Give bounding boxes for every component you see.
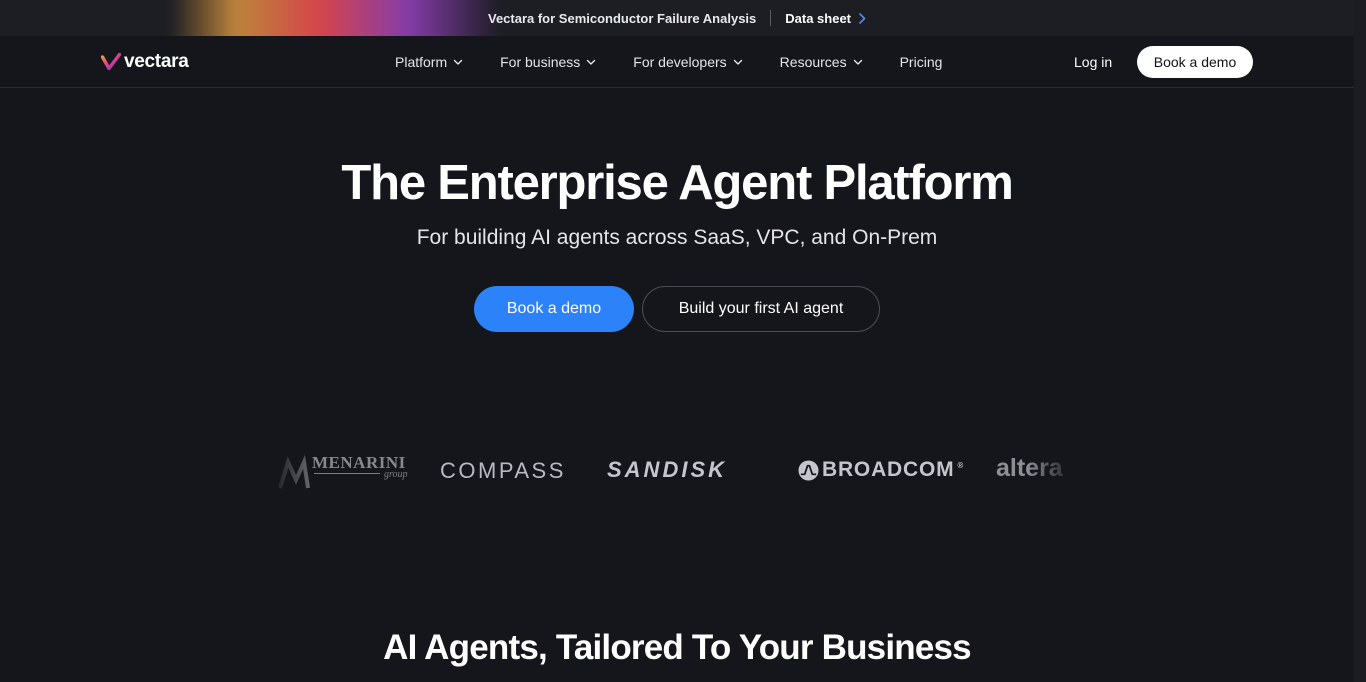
nav-links: Platform For business For developers Res… [395, 36, 979, 88]
nav-item-resources[interactable]: Resources [780, 54, 863, 70]
broadcom-mark-icon [798, 459, 819, 481]
nav-item-label: Pricing [899, 54, 943, 70]
nav-item-label: Resources [779, 54, 847, 70]
chevron-down-icon [853, 59, 862, 65]
main-nav: vectara Platform For business For develo… [0, 36, 1354, 88]
chevron-right-icon [859, 12, 866, 24]
chevron-down-icon [453, 59, 463, 65]
login-link[interactable]: Log in [1074, 36, 1112, 88]
broadcom-logo: BROADCOM ® [798, 458, 964, 482]
data-sheet-link[interactable]: Data sheet [785, 11, 866, 26]
nav-item-label: For business [500, 54, 581, 70]
nav-item-label: For developers [633, 54, 727, 70]
compass-logo: COMPASS [440, 458, 566, 483]
announcement-bar: Vectara for Semiconductor Failure Analys… [0, 0, 1354, 36]
vectara-logo[interactable]: vectara [101, 51, 189, 73]
nav-item-pricing[interactable]: Pricing [900, 54, 943, 70]
logos-fade-overlay [270, 440, 310, 500]
nav-item-for-business[interactable]: For business [500, 54, 596, 70]
build-first-agent-button[interactable]: Build your first AI agent [642, 286, 880, 332]
vectara-logo-icon [101, 53, 121, 71]
hero-subtitle: For building AI agents across SaaS, VPC,… [416, 226, 938, 249]
announcement-text[interactable]: Vectara for Semiconductor Failure Analys… [488, 11, 756, 26]
nav-item-label: Platform [395, 54, 448, 70]
hero-book-demo-button[interactable]: Book a demo [474, 286, 634, 332]
sandisk-logo: SANDISK [607, 457, 728, 482]
menarini-tagline: group [384, 469, 408, 480]
chevron-down-icon [733, 59, 742, 65]
broadcom-name: BROADCOM [822, 458, 955, 481]
scrollbar-track[interactable] [1354, 0, 1366, 682]
vectara-logo-text: vectara [124, 51, 189, 72]
hero-title: The Enterprise Agent Platform [341, 156, 1013, 210]
nav-book-demo-button[interactable]: Book a demo [1137, 46, 1253, 78]
announcement-divider [770, 10, 772, 26]
customer-logos-strip: MENARINI group COMPASS SANDISK BROADCOM … [270, 446, 1080, 494]
data-sheet-label: Data sheet [785, 10, 852, 26]
nav-item-for-developers[interactable]: For developers [633, 54, 742, 70]
menarini-rule [314, 473, 380, 474]
trademark-symbol: ® [957, 460, 965, 470]
altera-logo: altera [996, 454, 1063, 482]
chevron-down-icon [587, 59, 596, 65]
section-title: AI Agents, Tailored To Your Business [383, 628, 971, 667]
nav-item-platform[interactable]: Platform [395, 54, 463, 70]
